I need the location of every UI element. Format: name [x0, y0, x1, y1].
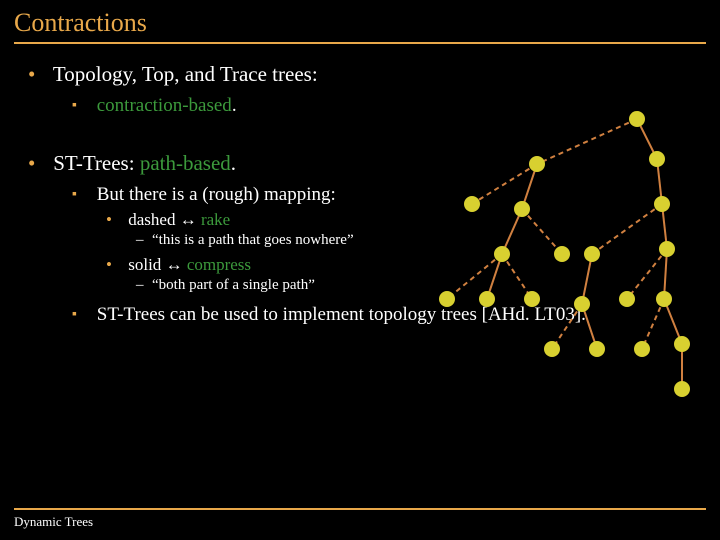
- slide: Contractions Topology, Top, and Trace tr…: [0, 0, 720, 540]
- title-rule: [14, 42, 706, 44]
- bullet-2-pre: ST-Trees:: [53, 151, 140, 175]
- footer-text: Dynamic Trees: [14, 514, 706, 530]
- bullet-2a-text: But there is a (rough) mapping:: [97, 184, 336, 205]
- bullet-2a-ii-pre: solid: [128, 255, 165, 274]
- footer-rule: [14, 508, 706, 510]
- footer: Dynamic Trees: [14, 508, 706, 530]
- bullet-1a-suffix: .: [232, 95, 237, 116]
- content-area: Topology, Top, and Trace trees: contract…: [14, 62, 706, 326]
- bullet-1a-green: contraction-based: [97, 95, 232, 116]
- bullet-2-green: path-based: [140, 151, 231, 175]
- arrow-icon: ↔: [166, 255, 183, 274]
- bullet-2-suffix: .: [231, 151, 236, 175]
- bullet-2a-ii-green: compress: [183, 255, 251, 274]
- bullet-2a-i-green: rake: [197, 210, 231, 229]
- tree-diagram: [412, 104, 702, 414]
- bullet-2a-i-pre: dashed: [128, 210, 179, 229]
- arrow-icon: ↔: [180, 210, 197, 229]
- slide-title: Contractions: [14, 8, 706, 42]
- bullet-1-text: Topology, Top, and Trace trees:: [53, 62, 318, 86]
